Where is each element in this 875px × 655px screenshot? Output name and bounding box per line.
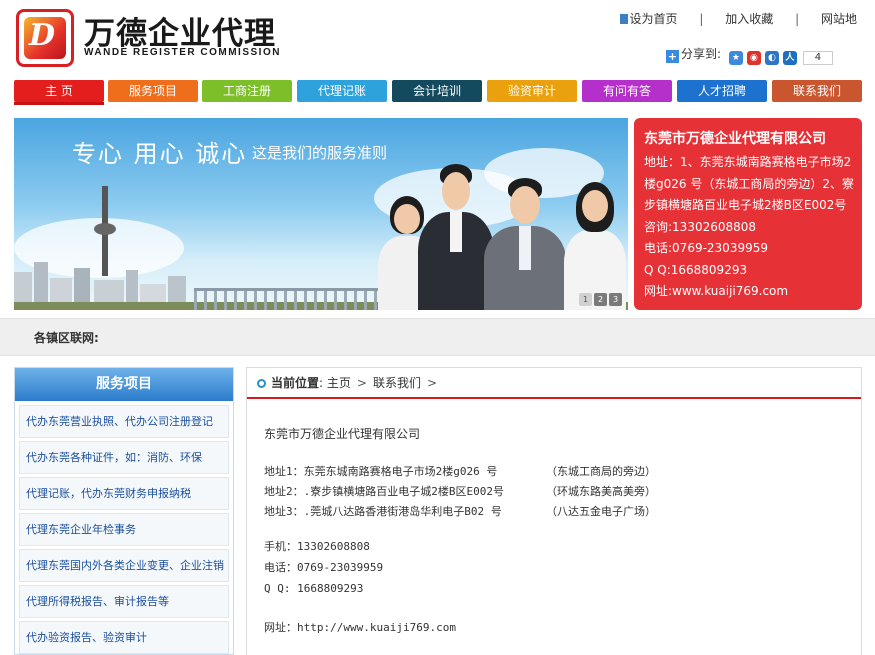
nav-contact[interactable]: 联系我们: [772, 80, 862, 102]
add-favorite-link[interactable]: 加入收藏: [725, 12, 773, 26]
nav-accounting-training[interactable]: 会计培训: [392, 80, 482, 102]
breadcrumb: 当前位置: 主页 > 联系我们 >: [247, 368, 861, 399]
nav-services[interactable]: 服务项目: [108, 80, 198, 102]
renren-icon[interactable]: 人: [782, 51, 797, 65]
breadcrumb-current[interactable]: 联系我们: [373, 376, 421, 390]
sidebar-item-certificates[interactable]: 代办东莞各种证件，如：消防、环保: [19, 441, 229, 474]
contact-box-website[interactable]: 网址:www.kuaiji769.com: [644, 281, 854, 303]
breadcrumb-colon: :: [319, 376, 324, 390]
website-url[interactable]: 网址：http://www.kuaiji769.com: [264, 617, 861, 638]
sitemap-link[interactable]: 网站地: [821, 12, 857, 26]
region-network-label: 各镇区联网:: [34, 331, 99, 345]
divider: |: [699, 12, 704, 26]
sidebar-item-annual-inspection[interactable]: 代理东莞企业年检事务: [19, 513, 229, 546]
slide-dot[interactable]: 2: [594, 293, 607, 306]
nav-home[interactable]: 主 页: [14, 80, 104, 102]
nav-capital-audit[interactable]: 验资审计: [487, 80, 577, 102]
chevron-right-icon: >: [426, 376, 438, 390]
contact-details: 东莞市万德企业代理有限公司 地址1：东莞东城南路赛格电子市场2楼g026 号（东…: [247, 399, 861, 638]
services-sidebar: 服务项目 代办东莞营业执照、代办公司注册登记 代办东莞各种证件，如：消防、环保 …: [14, 367, 234, 655]
breadcrumb-label: 当前位置: [271, 376, 320, 390]
sidebar-title: 服务项目: [15, 368, 233, 401]
home-icon: [619, 14, 628, 24]
header: D 万德企业代理 WANDE REGISTER COMMISSION 设为首页 …: [0, 0, 875, 78]
qzone-icon[interactable]: ★: [728, 51, 743, 65]
sidebar-list: 代办东莞营业执照、代办公司注册登记 代办东莞各种证件，如：消防、环保 代理记账，…: [15, 401, 233, 654]
sidebar-item-company-change[interactable]: 代理东莞国内外各类企业变更、企业注销: [19, 549, 229, 582]
divider: |: [795, 12, 800, 26]
address-line: 地址2：.寮步镇横塘路百业电子城2楼B区E002号 （环城东路美高美旁）: [264, 485, 656, 498]
company-name: 东莞市万德企业代理有限公司: [264, 427, 421, 441]
address-line: 地址3：.莞城八达路香港街港岛华利电子B02 号（八达五金电子广场）: [264, 505, 656, 518]
share-label: 分享到:: [681, 47, 722, 61]
contact-box-phone: 电话:0769-23039959: [644, 241, 768, 255]
mobile-number: 手机：13302608808: [264, 540, 370, 553]
contact-box-consult: 咨询:13302608808: [644, 219, 757, 234]
region-network-bar: 各镇区联网:: [0, 318, 875, 356]
sidebar-item-bookkeeping[interactable]: 代理记账，代办东莞财务申报纳税: [19, 477, 229, 510]
logo-subtitle: WANDE REGISTER COMMISSION: [84, 47, 281, 58]
set-homepage-link[interactable]: 设为首页: [630, 12, 678, 26]
slide-dot[interactable]: 1: [579, 293, 592, 306]
nav-active-indicator: [14, 102, 104, 105]
share-bar: + 分享到: ★ ◉ ◐ 人 4: [666, 45, 833, 65]
contact-box-title: 东莞市万德企业代理有限公司: [644, 131, 826, 147]
tv-tower-top: [94, 223, 116, 235]
weibo-icon[interactable]: ◉: [746, 51, 761, 65]
banner-slogan: 专心 用心 诚心: [72, 140, 248, 168]
main-content: 当前位置: 主页 > 联系我们 > 东莞市万德企业代理有限公司 地址1：东莞东城南路赛…: [246, 367, 862, 655]
chevron-right-icon: >: [356, 376, 367, 390]
contact-info-box: 东莞市万德企业代理有限公司 地址：1、东莞东城南路赛格电子市场2楼g026 号（…: [634, 118, 862, 310]
nav-faq[interactable]: 有问有答: [582, 80, 672, 102]
person: [482, 172, 568, 310]
logo-letter: D: [29, 18, 56, 53]
share-plus-icon[interactable]: +: [666, 50, 679, 63]
sidebar-item-capital-verification[interactable]: 代办验资报告、验资审计: [19, 621, 229, 654]
breadcrumb-home[interactable]: 主页: [327, 376, 351, 390]
tencent-weibo-icon[interactable]: ◐: [764, 51, 779, 65]
telephone-number: 电话：0769-23039959: [264, 561, 384, 574]
nav-jobs[interactable]: 人才招聘: [677, 80, 767, 102]
slide-dot[interactable]: 3: [609, 293, 622, 306]
main-nav: 主 页 服务项目 工商注册 代理记账 会计培训 验资审计 有问有答 人才招聘 联…: [14, 80, 862, 105]
share-count: 4: [802, 51, 833, 65]
location-icon: [257, 379, 266, 388]
contact-box-address: 地址：1、东莞东城南路赛格电子市场2楼g026 号（东城工商局的旁边）2、寮步镇…: [644, 155, 854, 212]
hero-banner[interactable]: 专心 用心 诚心 这是我们的服务准则 123: [14, 118, 628, 310]
nav-business-registration[interactable]: 工商注册: [202, 80, 292, 102]
logo-icon[interactable]: D: [16, 9, 74, 67]
qq-number: Q Q: 1668809293: [264, 582, 364, 595]
nav-bookkeeping[interactable]: 代理记账: [297, 80, 387, 102]
address-line: 地址1：东莞东城南路赛格电子市场2楼g026 号（东城工商局的旁边）: [264, 465, 656, 478]
slide-pager: 123: [577, 291, 622, 306]
sidebar-item-tax-audit-report[interactable]: 代理所得税报告、审计报告等: [19, 585, 229, 618]
contact-box-qq: Q Q:1668809293: [644, 262, 748, 277]
top-links: 设为首页 | 加入收藏 | 网站地: [619, 10, 857, 27]
banner-subtitle: 这是我们的服务准则: [252, 144, 388, 162]
sidebar-item-business-license[interactable]: 代办东莞营业执照、代办公司注册登记: [19, 405, 229, 438]
